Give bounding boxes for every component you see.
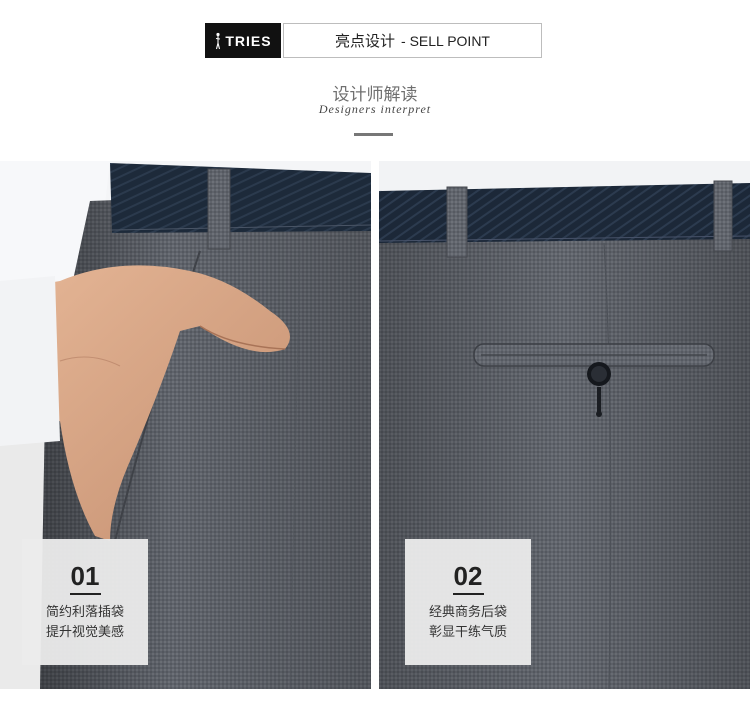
number-underline bbox=[70, 593, 101, 595]
title-divider bbox=[354, 133, 393, 136]
sell-point-header: TRIES 亮点设计 - SELL POINT bbox=[205, 23, 542, 58]
brand-logo: TRIES bbox=[205, 23, 281, 58]
feature-line-2: 彰显干练气质 bbox=[428, 625, 507, 640]
feature-number: 01 bbox=[70, 561, 100, 591]
number-underline bbox=[453, 593, 484, 595]
figure-icon bbox=[216, 32, 221, 49]
feature-line-2: 提升视觉美感 bbox=[45, 625, 124, 640]
feature-card-1: 01 简约利落插袋 提升视觉美感 bbox=[22, 539, 148, 665]
section-title-en: Designers interpret bbox=[318, 102, 432, 116]
feature-number: 02 bbox=[453, 561, 483, 591]
sell-point-title-cn: 亮点设计 bbox=[335, 32, 396, 50]
sell-point-label: 亮点设计 - SELL POINT bbox=[283, 23, 542, 58]
feature-card-2: 02 经典商务后袋 彰显干练气质 bbox=[405, 539, 531, 665]
feature-line-1: 简约利落插袋 bbox=[45, 605, 124, 620]
feature-line-1: 经典商务后袋 bbox=[428, 605, 507, 620]
sell-point-title-en: - SELL POINT bbox=[401, 32, 490, 49]
brand-name: TRIES bbox=[225, 32, 272, 49]
